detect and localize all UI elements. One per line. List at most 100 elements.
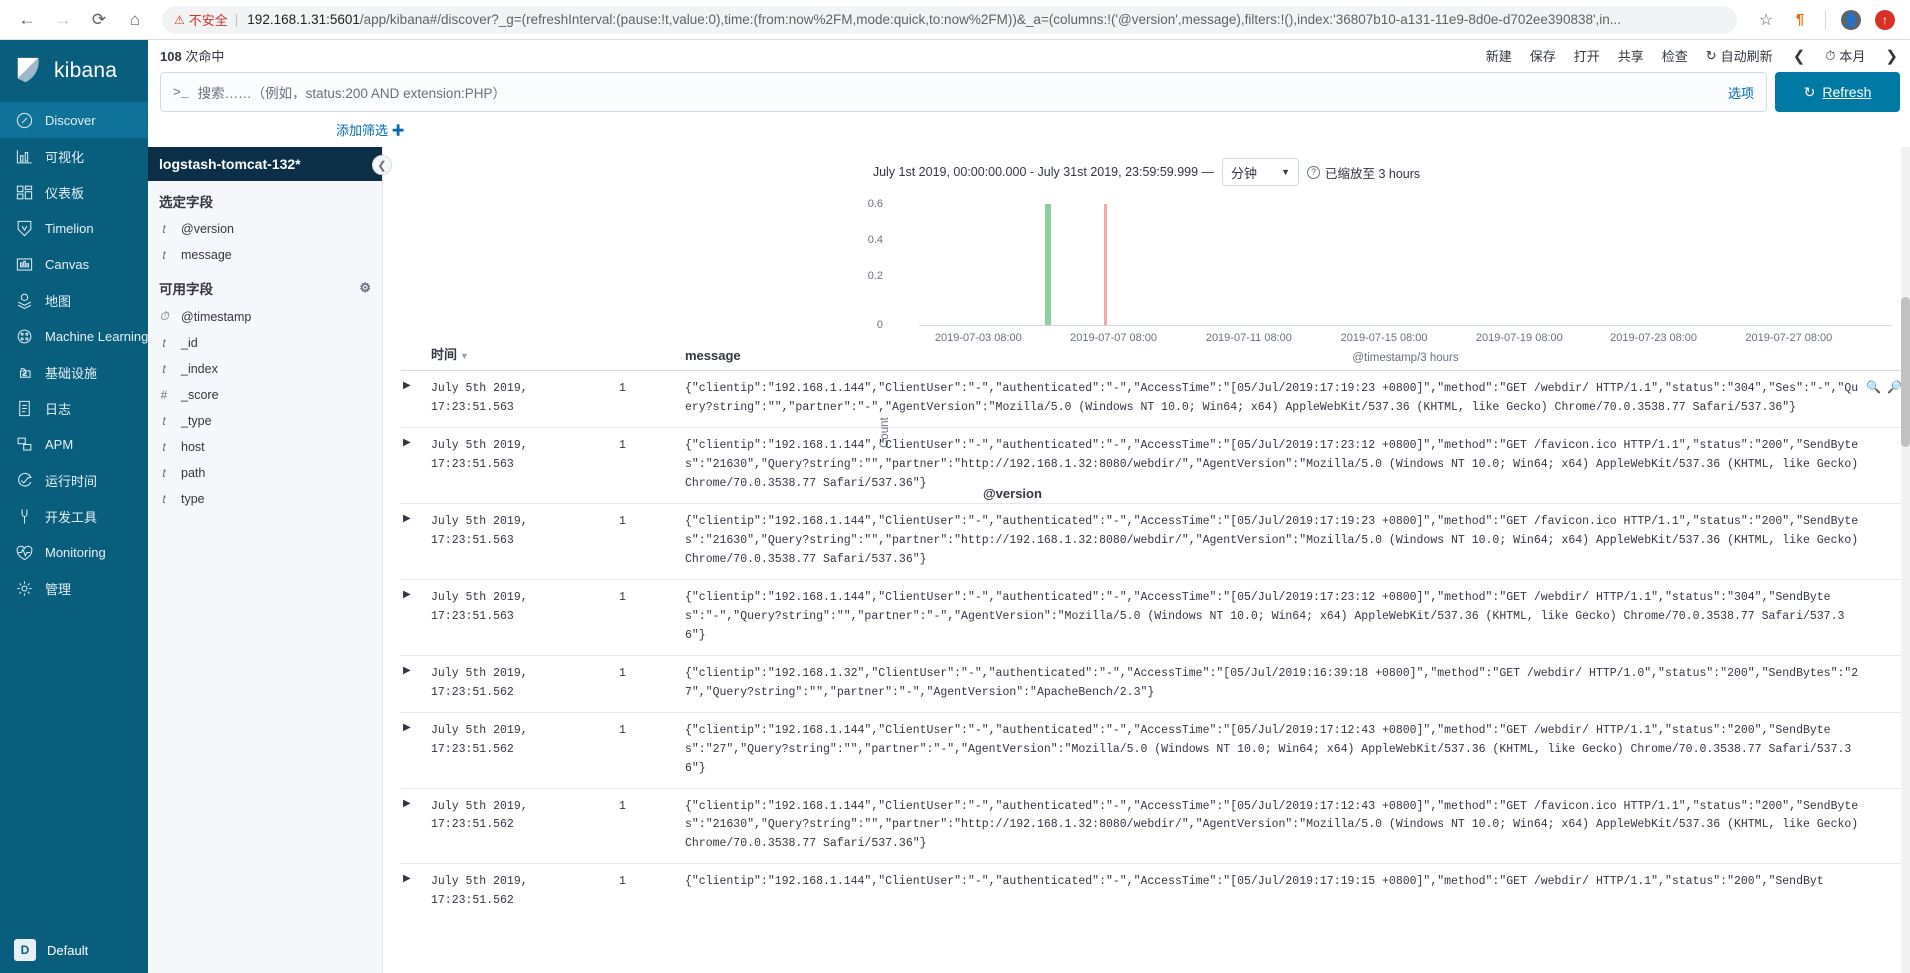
field-name: _index [181,362,218,376]
cell-version: 1 [619,711,685,788]
query-bar-row: >_ 搜索……（例如，status:200 AND extension:PHP）… [148,68,1910,112]
chevron-left-icon[interactable]: ❮ [1791,47,1808,65]
plus-icon: ✚ [391,123,405,138]
url-host: 192.168.1.31:5601 [247,12,360,27]
index-pattern-selector[interactable]: logstash-tomcat-132* [148,147,382,181]
expand-row-toggle[interactable]: ▶ [401,654,431,713]
field-item-index[interactable]: t _index [148,356,382,382]
refresh-button[interactable]: ↻ Refresh [1775,72,1900,112]
sidebar-item-machine-learning[interactable]: Machine Learning [0,318,148,354]
page-scrollbar[interactable] [1901,147,1910,973]
time-range-label: 本月 [1839,49,1866,64]
expand-row-toggle[interactable]: ▶ [401,426,431,504]
sidebar-item-label: 日志 [45,401,72,417]
profile-avatar-icon[interactable]: 👤 [1836,5,1866,35]
update-arrow-icon[interactable]: ↑ [1870,5,1900,35]
sidebar-item-visualize[interactable]: 可视化 [0,138,148,174]
sidebar-item-uptime[interactable]: 运行时间 [0,462,148,498]
y-tick-label: 0.2 [867,270,883,282]
field-item-message[interactable]: t message [148,242,382,268]
sidebar-item-infrastructure[interactable]: 基础设施 [0,354,148,390]
space-selector[interactable]: D Default [0,927,148,973]
field-item-id[interactable]: t _id [148,330,382,356]
field-item-version[interactable]: t @version [148,216,382,242]
sidebar-item-monitoring[interactable]: Monitoring [0,534,148,570]
table-row[interactable]: ▶ July 5th 2019, 17:23:51.562 1 {"client… [401,863,1910,921]
column-header-time[interactable]: 时间 ▼ [431,340,619,371]
table-row[interactable]: ▶ July 5th 2019, 17:23:51.563 1 {"client… [401,426,1910,504]
magnify-minus-icon[interactable]: 🔎 [1887,379,1902,399]
new-button[interactable]: 新建 [1486,46,1512,65]
kibana-logo-home-link[interactable]: kibana [0,40,148,102]
avatar: 👤 [1841,9,1861,30]
sidebar-item-label: Timelion [45,220,94,236]
field-item-host[interactable]: t host [148,434,382,460]
options-link[interactable]: 选项 [1728,83,1754,102]
sidebar-item-apm[interactable]: APM [0,426,148,462]
share-button[interactable]: 共享 [1618,46,1644,65]
field-sidebar: logstash-tomcat-132* ❮ 选定字段 t @version t… [148,147,392,973]
home-icon[interactable]: ⌂ [118,3,152,37]
chevron-right-icon[interactable]: ❯ [1883,47,1900,65]
field-item-type-underscore[interactable]: t _type [148,408,382,434]
field-item-path[interactable]: t path [148,460,382,486]
omnibox-separator: | [234,12,239,27]
histogram-bar[interactable] [1103,204,1107,325]
hits-suffix: 次命中 [185,49,225,64]
reload-icon[interactable]: ⟳ [82,3,116,37]
back-arrow-icon[interactable]: ← [10,3,44,37]
inspect-button[interactable]: 检查 [1662,46,1688,65]
search-input[interactable]: >_ 搜索……（例如，status:200 AND extension:PHP）… [160,72,1767,112]
interval-select[interactable]: 分钟 ▼ [1222,158,1299,186]
sidebar-item-timelion[interactable]: Timelion [0,210,148,246]
field-item-score[interactable]: # _score [148,382,382,408]
star-icon[interactable]: ☆ [1751,5,1781,35]
expand-row-toggle[interactable]: ▶ [401,787,431,864]
field-name: path [181,466,206,480]
sidebar-item-label: 可视化 [45,149,85,165]
magnify-plus-icon[interactable]: 🔍 [1866,379,1881,399]
table-row[interactable]: ▶ July 5th 2019, 17:23:51.562 1 {"client… [401,711,1910,788]
question-mark-icon[interactable]: ? [1306,165,1320,179]
field-item-type[interactable]: t type [148,486,382,512]
selected-fields-label: 选定字段 [159,195,213,210]
field-item-timestamp[interactable]: ⏱ @timestamp [148,303,382,330]
field-type-icon: t [162,440,166,454]
gear-icon[interactable]: ⚙ [359,280,371,296]
table-row[interactable]: ▶ July 5th 2019, 17:23:51.563 1 {"client… [401,578,1910,656]
table-row[interactable]: ▶ July 5th 2019, 17:23:51.562 1 {"client… [401,787,1910,864]
forward-arrow-icon[interactable]: → [46,3,80,37]
table-row[interactable]: ▶ July 5th 2019, 17:23:51.562 1 {"client… [401,654,1910,713]
expand-row-toggle[interactable]: ▶ [401,863,431,921]
address-bar[interactable]: ⚠ 不安全 | 192.168.1.31:5601/app/kibana#/di… [162,5,1737,34]
expand-row-toggle[interactable]: ▶ [401,370,431,428]
histogram-bar[interactable] [1045,204,1052,325]
save-button[interactable]: 保存 [1530,46,1556,65]
scrollbar-thumb[interactable] [1901,297,1910,447]
field-type-icon: # [160,388,168,402]
auto-refresh-button[interactable]: ↻ 自动刷新 [1706,46,1773,65]
time-range-picker[interactable]: ⏱ 本月 [1825,46,1865,65]
expand-row-toggle[interactable]: ▶ [401,711,431,788]
expand-row-toggle[interactable]: ▶ [401,502,431,580]
sidebar-item-discover[interactable]: Discover [0,102,148,138]
sidebar-item-management[interactable]: 管理 [0,570,148,606]
sidebar-item-dev-tools[interactable]: 开发工具 [0,498,148,534]
url-rest: /app/kibana#/discover?_g=(refreshInterva… [359,12,1622,27]
add-filter-button[interactable]: 添加筛选 ✚ [336,123,405,138]
pilcrow-icon[interactable]: ¶ [1785,5,1815,35]
table-row[interactable]: ▶ July 5th 2019, 17:23:51.563 1 {"client… [401,370,1910,428]
sidebar-item-logs[interactable]: 日志 [0,390,148,426]
open-button[interactable]: 打开 [1574,46,1600,65]
cell-time: July 5th 2019, 17:23:51.562 [431,654,619,713]
table-row[interactable]: ▶ July 5th 2019, 17:23:51.563 1 {"client… [401,502,1910,580]
expand-row-toggle[interactable]: ▶ [401,578,431,656]
sidebar-item-dashboard[interactable]: 仪表板 [0,174,148,210]
chart-plot-area[interactable] [919,204,1892,326]
x-tick-label: 2019-07-07 08:00 [1070,332,1158,344]
kibana-brand-label: kibana [54,59,118,82]
sidebar-item-canvas[interactable]: Canvas [0,246,148,282]
sidebar-item-maps[interactable]: 地图 [0,282,148,318]
sidebar-item-label: 运行时间 [45,473,98,489]
search-placeholder: 搜索……（例如，status:200 AND extension:PHP） [197,86,506,101]
